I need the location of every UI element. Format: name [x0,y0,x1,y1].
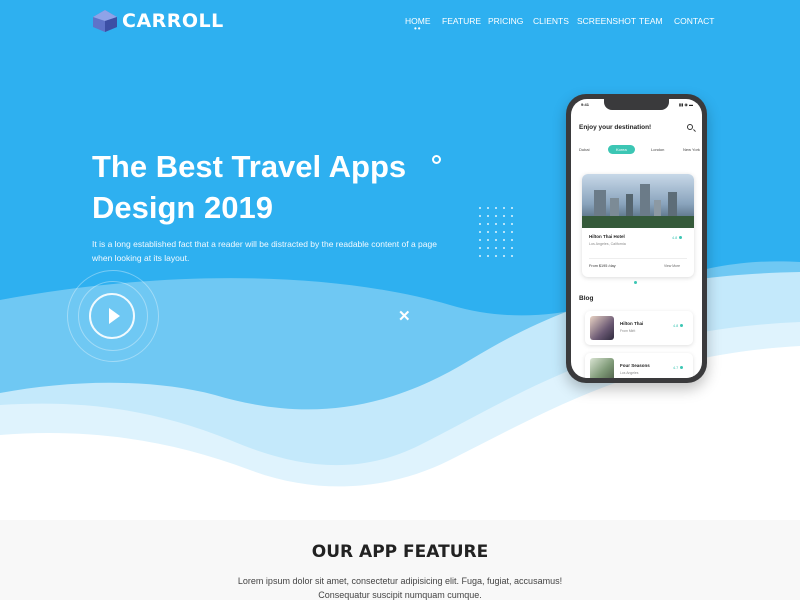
navbar: CARROLL HOME •• FEATURE PRICING CLIENTS S… [0,0,800,42]
divider [589,258,687,259]
nav-item-clients[interactable]: CLIENTS [533,16,569,26]
feature-description-line2: Consequatur suscipit numquam cumque. [318,590,482,600]
city-tab-korea: Korea [608,145,635,154]
blog-thumbnail [590,358,614,378]
hero-description: It is a long established fact that a rea… [92,239,437,263]
hotel-image [582,174,694,228]
blog-rating: 4.7 [673,366,683,370]
hero-title-line1: The Best Travel Apps [92,149,407,184]
status-icons: ▮▮ ◉ ▬ [678,102,693,107]
hotel-card: Hilton Thai Hotel Los Angeles, Californi… [582,174,694,277]
blog-name: Hilton Thai [620,321,644,326]
view-more-link: View More [664,264,680,268]
carousel-dot [634,281,637,284]
hero-title: The Best Travel Apps Design 2019 [92,146,452,228]
hero-section: CARROLL HOME •• FEATURE PRICING CLIENTS S… [0,0,800,520]
blog-rating: 4.8 [673,324,683,328]
blog-heading: Blog [579,295,594,302]
city-tab-dubai: Dubai [579,147,590,152]
phone-screen: 9:41 ▮▮ ◉ ▬ Enjoy your destination! Duba… [571,99,702,378]
feature-section: OUR APP FEATURE Lorem ipsum dolor sit am… [0,520,800,600]
blog-thumbnail [590,316,614,340]
nav-item-home[interactable]: HOME •• [405,16,431,33]
blog-subtitle: Los Angeles [620,371,639,375]
close-icon: ✕ [398,308,411,325]
nav-item-contact[interactable]: CONTACT [674,16,714,26]
nav-item-pricing[interactable]: PRICING [488,16,523,26]
hotel-location: Los Angeles, California [589,242,626,246]
blog-name: Four Seasons [620,363,650,368]
feature-title: OUR APP FEATURE [311,542,489,562]
city-tab-new-york: New York [683,147,700,152]
dot-grid-decoration [479,207,514,263]
nav-item-screenshot[interactable]: SCREENSHOT [577,16,636,26]
phone-notch [604,99,669,110]
feature-description-line1: Lorem ipsum dolor sit amet, consectetur … [237,576,563,586]
blog-card: Hilton Thai From Mirit 4.8 [585,311,693,345]
search-icon [687,124,693,130]
active-indicator: •• [413,24,422,33]
nav-item-feature[interactable]: FEATURE [442,16,481,26]
circle-decoration [432,155,441,164]
hotel-rating: 4.8 [672,236,682,240]
phone-mockup: 9:41 ▮▮ ◉ ▬ Enjoy your destination! Duba… [566,94,707,383]
status-time: 9:41 [581,102,590,107]
nav-menu: HOME •• FEATURE PRICING CLIENTS SCREENSHO… [0,16,800,33]
play-video-button[interactable] [89,293,135,339]
feature-description: Lorem ipsum dolor sit amet, consectetur … [200,574,600,600]
blog-card: Four Seasons Los Angeles 4.7 [585,353,693,378]
blog-subtitle: From Mirit [620,329,636,333]
hotel-name: Hilton Thai Hotel [589,234,625,239]
nav-item-team[interactable]: TEAM [639,16,663,26]
hotel-price: From $195 /day [589,264,616,268]
city-tab-london: London [651,147,665,152]
hero-title-line2: Design 2019 [92,190,273,225]
app-title: Enjoy your destination! [579,124,652,131]
